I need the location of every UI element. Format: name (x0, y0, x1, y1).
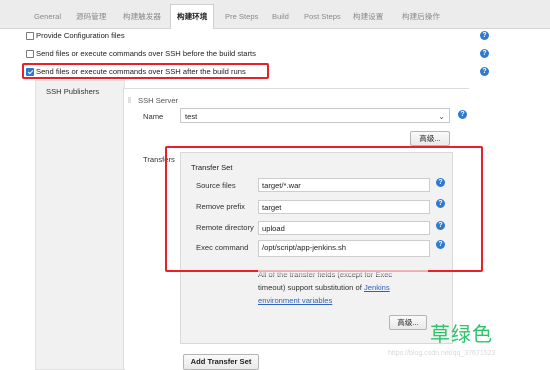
ssh-publishers-label: SSH Publishers (46, 87, 100, 96)
help-icon[interactable]: ? (480, 67, 489, 76)
overlay-annotation: 草绿色 (430, 322, 493, 346)
tab-build-settings[interactable]: 构建设置 (347, 5, 389, 28)
tab-source-management[interactable]: 源码管理 (70, 5, 112, 28)
ssh-server-advanced-button[interactable]: 高级... (410, 131, 450, 146)
drag-handle[interactable] (128, 97, 131, 103)
help-icon[interactable]: ? (480, 49, 489, 58)
ssh-server-name-select[interactable]: test ⌄ (180, 108, 450, 123)
help-icon[interactable]: ? (480, 31, 489, 40)
description-line-2: timeout) support substitution of (258, 283, 364, 292)
tab-build-environment[interactable]: 构建环境 (170, 4, 215, 29)
ssh-publishers-panel: SSH Publishers (35, 80, 125, 370)
option-provide-config[interactable]: Provide Configuration files (26, 29, 125, 43)
highlight-box-ssh-after (22, 63, 269, 79)
help-icon[interactable]: ? (458, 110, 467, 119)
tab-general[interactable]: General (28, 5, 67, 28)
transfer-set-advanced-button[interactable]: 高级... (389, 315, 427, 330)
chevron-down-icon: ⌄ (438, 112, 445, 121)
provide-config-checkbox[interactable] (26, 32, 34, 40)
ssh-before-checkbox[interactable] (26, 50, 34, 58)
ssh-server-name-value: test (185, 112, 198, 121)
blog-watermark: https://blog.csdn.net/qq_37671523 (388, 350, 496, 357)
tab-pre-steps[interactable]: Pre Steps (219, 5, 264, 28)
tab-build-triggers[interactable]: 构建触发器 (117, 5, 167, 28)
ssh-before-label: Send files or execute commands over SSH … (36, 49, 256, 58)
config-tab-bar: General 源码管理 构建触发器 构建环境 Pre Steps Build … (0, 0, 550, 29)
highlight-box-transfer-set (165, 146, 483, 272)
name-label: Name (143, 112, 164, 121)
provide-config-label: Provide Configuration files (36, 31, 125, 40)
description-fade (258, 266, 428, 276)
tab-post-build-actions[interactable]: 构建后操作 (396, 5, 446, 28)
tab-build[interactable]: Build (266, 5, 295, 28)
ssh-server-title: SSH Server (138, 96, 179, 105)
tab-post-steps[interactable]: Post Steps (298, 5, 347, 28)
option-ssh-before[interactable]: Send files or execute commands over SSH … (26, 47, 256, 61)
